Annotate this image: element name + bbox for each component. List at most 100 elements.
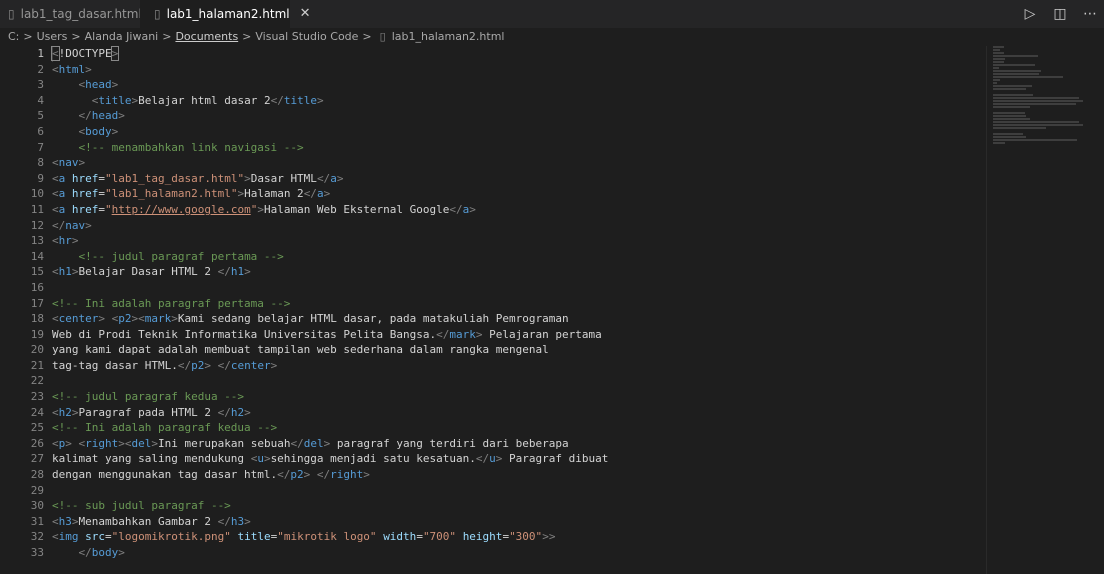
code-token: </ [316,171,331,185]
code-line[interactable]: <hr> [52,233,982,249]
code-token: <!-- judul paragraf kedua --> [52,390,245,404]
code-line[interactable]: </head> [52,108,982,124]
code-line[interactable]: <a href="http://www.google.com">Halaman … [52,202,982,218]
code-line[interactable]: <h1>Belajar Dasar HTML 2 </h1> [52,264,982,280]
code-line[interactable]: <nav> [52,155,982,171]
code-token: < [52,514,59,528]
code-token: > [118,546,125,559]
code-line[interactable]: <html> [52,62,982,78]
code-line[interactable] [52,280,982,296]
code-line[interactable]: <img src="logomikrotik.png" title="mikro… [52,529,982,545]
line-number: 19 [30,327,44,341]
line-number: 27 [30,452,44,466]
code-line[interactable]: <!-- menambahkan link navigasi --> [52,140,982,156]
minimap-line [993,64,1035,66]
code-token: mark [449,327,476,341]
code-token: u [489,452,496,466]
code-line[interactable]: <head> [52,77,982,93]
code-token: </ [217,358,231,372]
code-line[interactable]: <!DOCTYPE> [51,46,982,62]
tab-lab1-tag-dasar[interactable]: ▯ lab1_tag_dasar.html [0,0,142,28]
line-number: 24 [30,405,44,419]
breadcrumb-item[interactable]: Users [37,28,68,46]
code-line[interactable]: <a href="lab1_tag_dasar.html">Dasar HTML… [52,171,982,187]
code-line[interactable]: tag-tag dasar HTML.</p2> </center> [52,358,982,374]
minimap-line [993,82,998,84]
line-number: 9 [37,171,44,185]
line-number: 30 [30,499,44,513]
code-token: </ [475,452,490,466]
code-token: title [283,93,317,107]
code-token: title [98,93,132,107]
code-token: "lab1_halaman2.html" [105,187,238,201]
minimap[interactable] [986,46,1104,574]
breadcrumb-item[interactable]: Visual Studio Code [255,28,358,46]
code-token: hr [58,234,72,248]
breadcrumb-drive[interactable]: C: [8,28,19,46]
code-line[interactable]: < a href="lab1_halaman2.html" > Halaman 2</… [52,186,982,202]
code-token: </ [52,218,66,232]
run-icon[interactable]: ▷ [1022,6,1038,22]
code-line[interactable]: <!-- judul paragraf pertama --> [52,249,982,265]
close-icon[interactable]: ✕ [300,0,311,28]
code-line[interactable]: dengan menggunakan tag dasar html.</p2> … [52,467,982,483]
tab-lab1-halaman2[interactable]: ▯ lab1_halaman2.html ✕ [140,0,311,28]
minimap-line [993,79,1000,81]
code-line[interactable]: <!-- Ini adalah paragraf pertama --> [52,296,982,312]
line-number-gutter: 1 2 3 4 5 6 7 8 9 10 11 12 13 14 15 16 17 18 19 20 21 22 23 24 2… [0,46,44,561]
code-token: "300" [509,530,543,544]
code-token: > [336,171,344,185]
code-line[interactable]: </body> [52,545,982,561]
code-line[interactable]: <p> <right><del>Ini merupakan sebuah</de… [52,436,982,452]
line-number: 11 [30,202,44,216]
code-token: nav [58,156,79,170]
minimap-line [993,97,1079,99]
code-line[interactable]: <h3>Menambahkan Gambar 2 </h3> [52,514,982,530]
code-token: > [71,405,79,419]
code-token: right [330,468,364,482]
code-token: > [111,78,119,92]
minimap-line [993,103,1076,105]
code-line[interactable] [52,373,982,389]
line-number: 12 [30,218,44,232]
line-number: 7 [37,140,44,154]
breadcrumb-item[interactable]: Documents [175,28,238,46]
breadcrumb-item[interactable]: Alanda Jiwani [85,28,159,46]
code-line[interactable]: <center> <p2><mark>Kami sedang belajar H… [52,311,982,327]
code-line[interactable]: <title>Belajar html dasar 2</title> [52,93,982,109]
code-editor[interactable]: 1 2 3 4 5 6 7 8 9 10 11 12 13 14 15 16 17 18 19 20 21 22 23 24 2… [0,46,1104,574]
code-token: > [548,530,556,544]
code-line[interactable]: <body> [52,124,982,140]
more-actions-icon[interactable]: ⋯ [1082,6,1098,22]
code-line[interactable]: <h2>Paragraf pada HTML 2 </h2> [52,405,982,421]
line-number: 17 [30,296,44,310]
code-token: > [363,468,370,482]
code-token: > [316,93,324,107]
code-line[interactable]: yang kami dapat adalah membuat tampilan … [52,342,982,358]
code-line[interactable]: kalimat yang saling mendukung <u>sehingg… [52,451,982,467]
code-line[interactable]: </nav> [52,218,982,234]
split-editor-icon[interactable]: ◫ [1052,6,1068,22]
code-line[interactable]: <!-- judul paragraf kedua --> [52,389,982,405]
code-token: > [244,405,251,419]
minimap-line [993,61,1004,63]
code-line[interactable]: <!-- sub judul paragraf --> [52,498,982,514]
code-line[interactable] [52,483,982,499]
code-token: > [71,265,79,279]
minimap-line [993,76,1064,78]
breadcrumb-item[interactable]: lab1_halaman2.html [392,28,505,46]
code-token: = [105,530,112,544]
tab-label: lab1_halaman2.html [166,7,290,21]
code-token: http://www.google.com [111,202,251,216]
minimap-line [993,58,1006,60]
code-line[interactable]: Web di Prodi Teknik Informatika Universi… [52,327,982,343]
code-token: tag-tag dasar HTML. [52,358,178,372]
code-area[interactable]: <!DOCTYPE> <html> <head> <title>Belajar h… [51,46,982,561]
minimap-line [993,106,1031,108]
code-token: del [131,436,152,450]
code-line[interactable]: <!-- Ini adalah paragraf kedua --> [52,420,982,436]
